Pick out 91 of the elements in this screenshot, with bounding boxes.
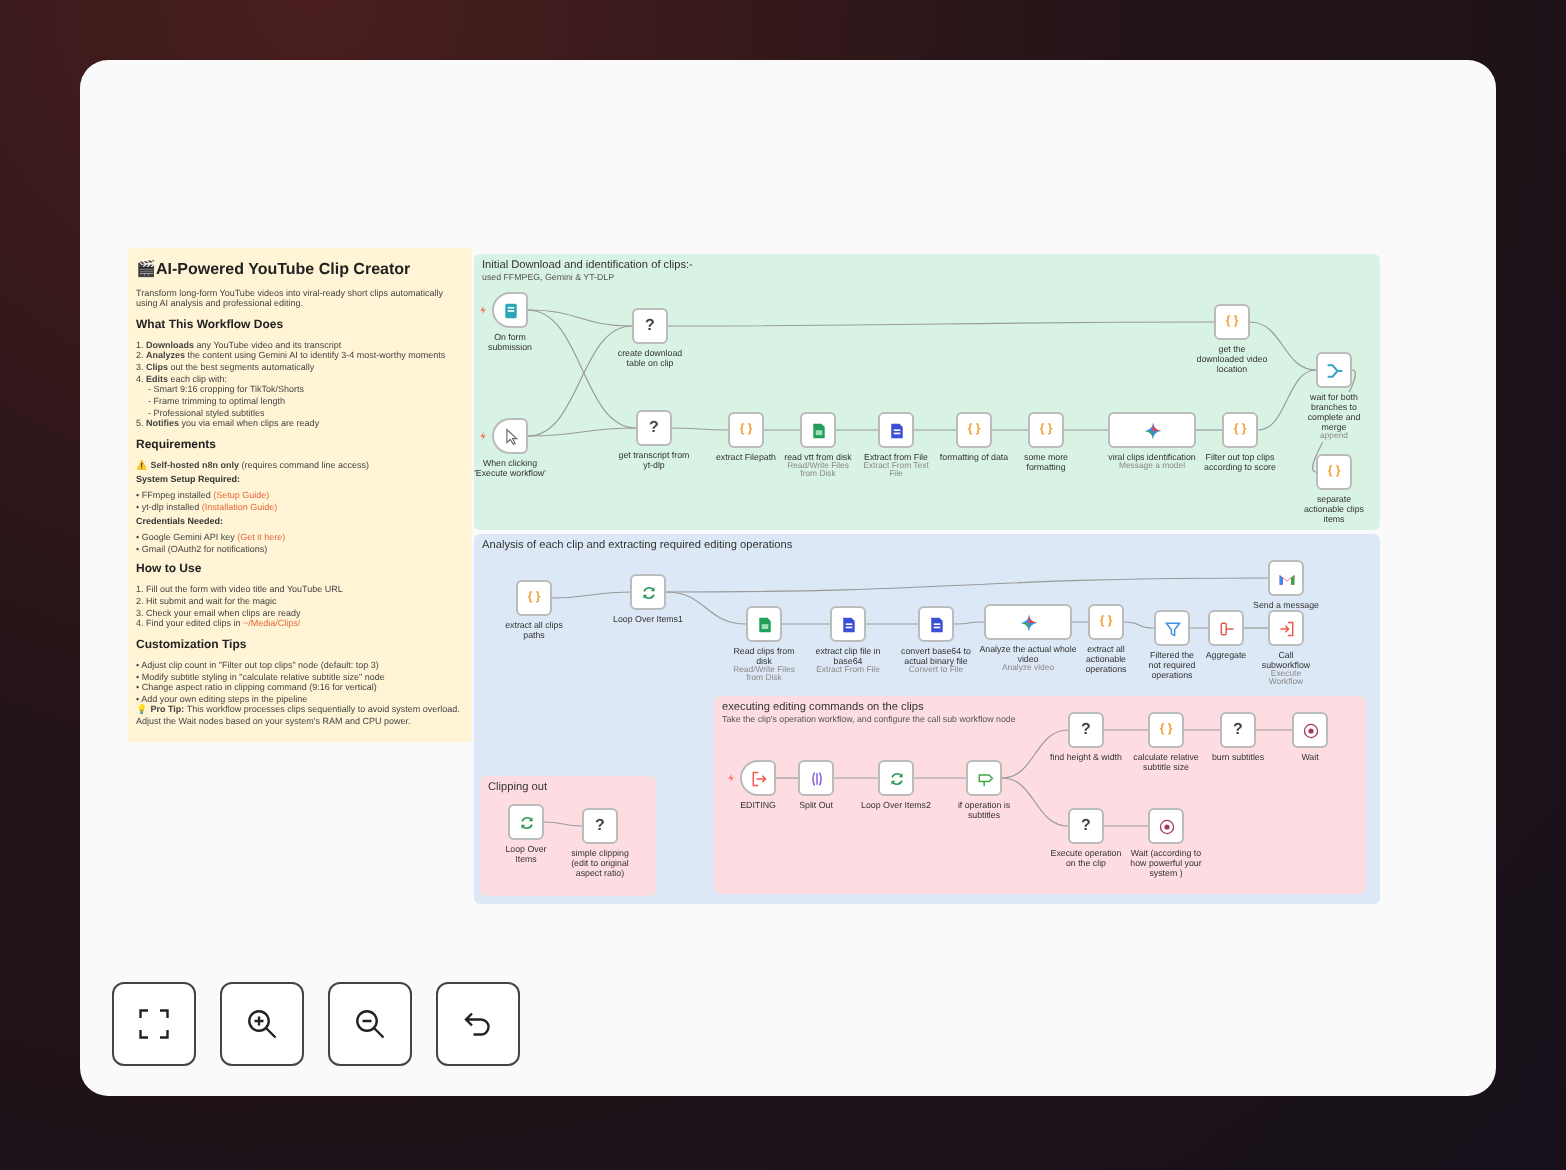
document-icon xyxy=(755,615,773,633)
unknown-glyph: ? xyxy=(595,818,605,834)
connector-line xyxy=(1071,621,1089,623)
zoom-out-icon xyxy=(352,1006,388,1042)
sparkle-icon xyxy=(1019,613,1037,631)
aggregate-icon xyxy=(1217,619,1235,637)
workflow-node[interactable] xyxy=(1208,610,1244,646)
workflow-node[interactable] xyxy=(830,606,866,642)
workflow-node[interactable] xyxy=(800,412,836,448)
lightning-icon xyxy=(480,306,486,314)
sparkle-icon xyxy=(1143,421,1161,439)
cursor-icon xyxy=(501,427,519,445)
connector-line xyxy=(1243,627,1269,629)
connector-line xyxy=(671,427,729,431)
connector-line xyxy=(551,591,631,599)
workflow-node[interactable] xyxy=(1154,610,1190,646)
connector-line xyxy=(1103,825,1149,827)
connector-line xyxy=(913,429,957,431)
connector-line xyxy=(781,623,831,625)
connector-line xyxy=(543,821,583,827)
workflow-node[interactable]: ? xyxy=(582,808,618,844)
workflow-node[interactable] xyxy=(630,574,666,610)
pause-icon xyxy=(1301,721,1319,739)
workflow-node[interactable] xyxy=(492,418,528,454)
connector-line xyxy=(865,623,919,625)
workflow-node[interactable] xyxy=(1268,610,1304,646)
connector-line xyxy=(1183,729,1221,731)
zoom-in-button[interactable] xyxy=(220,982,304,1066)
connector-line xyxy=(1189,627,1209,629)
fit-view-icon xyxy=(136,1006,172,1042)
form-icon xyxy=(501,301,519,319)
workflow-node[interactable]: ? xyxy=(1068,808,1104,844)
unknown-glyph: ? xyxy=(1081,722,1091,738)
zoom-in-icon xyxy=(244,1006,280,1042)
workflow-node[interactable] xyxy=(508,804,544,840)
connector-line xyxy=(1103,729,1149,731)
workflow-node[interactable] xyxy=(878,760,914,796)
connector-line xyxy=(1001,729,1069,779)
lightning-icon xyxy=(728,774,734,782)
workflow-node[interactable]: ? xyxy=(632,308,668,344)
workflow-node[interactable] xyxy=(984,604,1072,640)
refresh-icon xyxy=(887,769,905,787)
connector-line xyxy=(913,777,967,779)
filter-icon xyxy=(1163,619,1181,637)
connector-line xyxy=(1001,777,1069,827)
connector-line xyxy=(1195,429,1223,431)
exit-icon xyxy=(749,769,767,787)
note-title: 🎬AI-Powered YouTube Clip Creator xyxy=(136,258,413,282)
workflow-node[interactable] xyxy=(1316,352,1352,388)
document-icon xyxy=(809,421,827,439)
fit-view-button[interactable] xyxy=(112,982,196,1066)
refresh-icon xyxy=(639,583,657,601)
connector-line xyxy=(835,429,879,431)
connector-line xyxy=(775,777,799,779)
connector-line xyxy=(833,777,879,779)
pause-icon xyxy=(1157,817,1175,835)
workflow-node[interactable]: ? xyxy=(1068,712,1104,748)
refresh-icon xyxy=(517,813,535,831)
document-icon xyxy=(887,421,905,439)
workflow-node[interactable] xyxy=(1268,560,1304,596)
enter-icon xyxy=(1277,619,1295,637)
workflow-node[interactable] xyxy=(492,292,528,328)
workflow-node[interactable]: ? xyxy=(1220,712,1256,748)
workflow-node[interactable] xyxy=(918,606,954,642)
unknown-glyph: ? xyxy=(649,420,659,436)
connector-line xyxy=(991,429,1029,431)
unknown-glyph: ? xyxy=(1081,818,1091,834)
connector-line xyxy=(1255,729,1293,731)
workflow-node[interactable] xyxy=(1292,712,1328,748)
connector-line xyxy=(1123,621,1155,629)
lightning-icon xyxy=(480,432,486,440)
workflow-node[interactable]: ? xyxy=(636,410,672,446)
document-icon xyxy=(927,615,945,633)
workflow-node[interactable] xyxy=(966,760,1002,796)
merge-icon xyxy=(1325,361,1343,379)
split-icon xyxy=(807,769,825,787)
connector-line xyxy=(1063,429,1109,431)
undo-button[interactable] xyxy=(436,982,520,1066)
workflow-node[interactable] xyxy=(798,760,834,796)
signpost-icon xyxy=(975,769,993,787)
connector-line xyxy=(953,621,985,625)
workflow-node[interactable] xyxy=(1148,808,1184,844)
unknown-glyph: ? xyxy=(645,318,655,334)
zoom-out-button[interactable] xyxy=(328,982,412,1066)
document-icon xyxy=(839,615,857,633)
connector-line xyxy=(763,429,801,431)
workflow-node[interactable] xyxy=(878,412,914,448)
workflow-node[interactable] xyxy=(746,606,782,642)
workflow-node[interactable] xyxy=(1108,412,1196,448)
workflow-node[interactable] xyxy=(740,760,776,796)
unknown-glyph: ? xyxy=(1233,722,1243,738)
